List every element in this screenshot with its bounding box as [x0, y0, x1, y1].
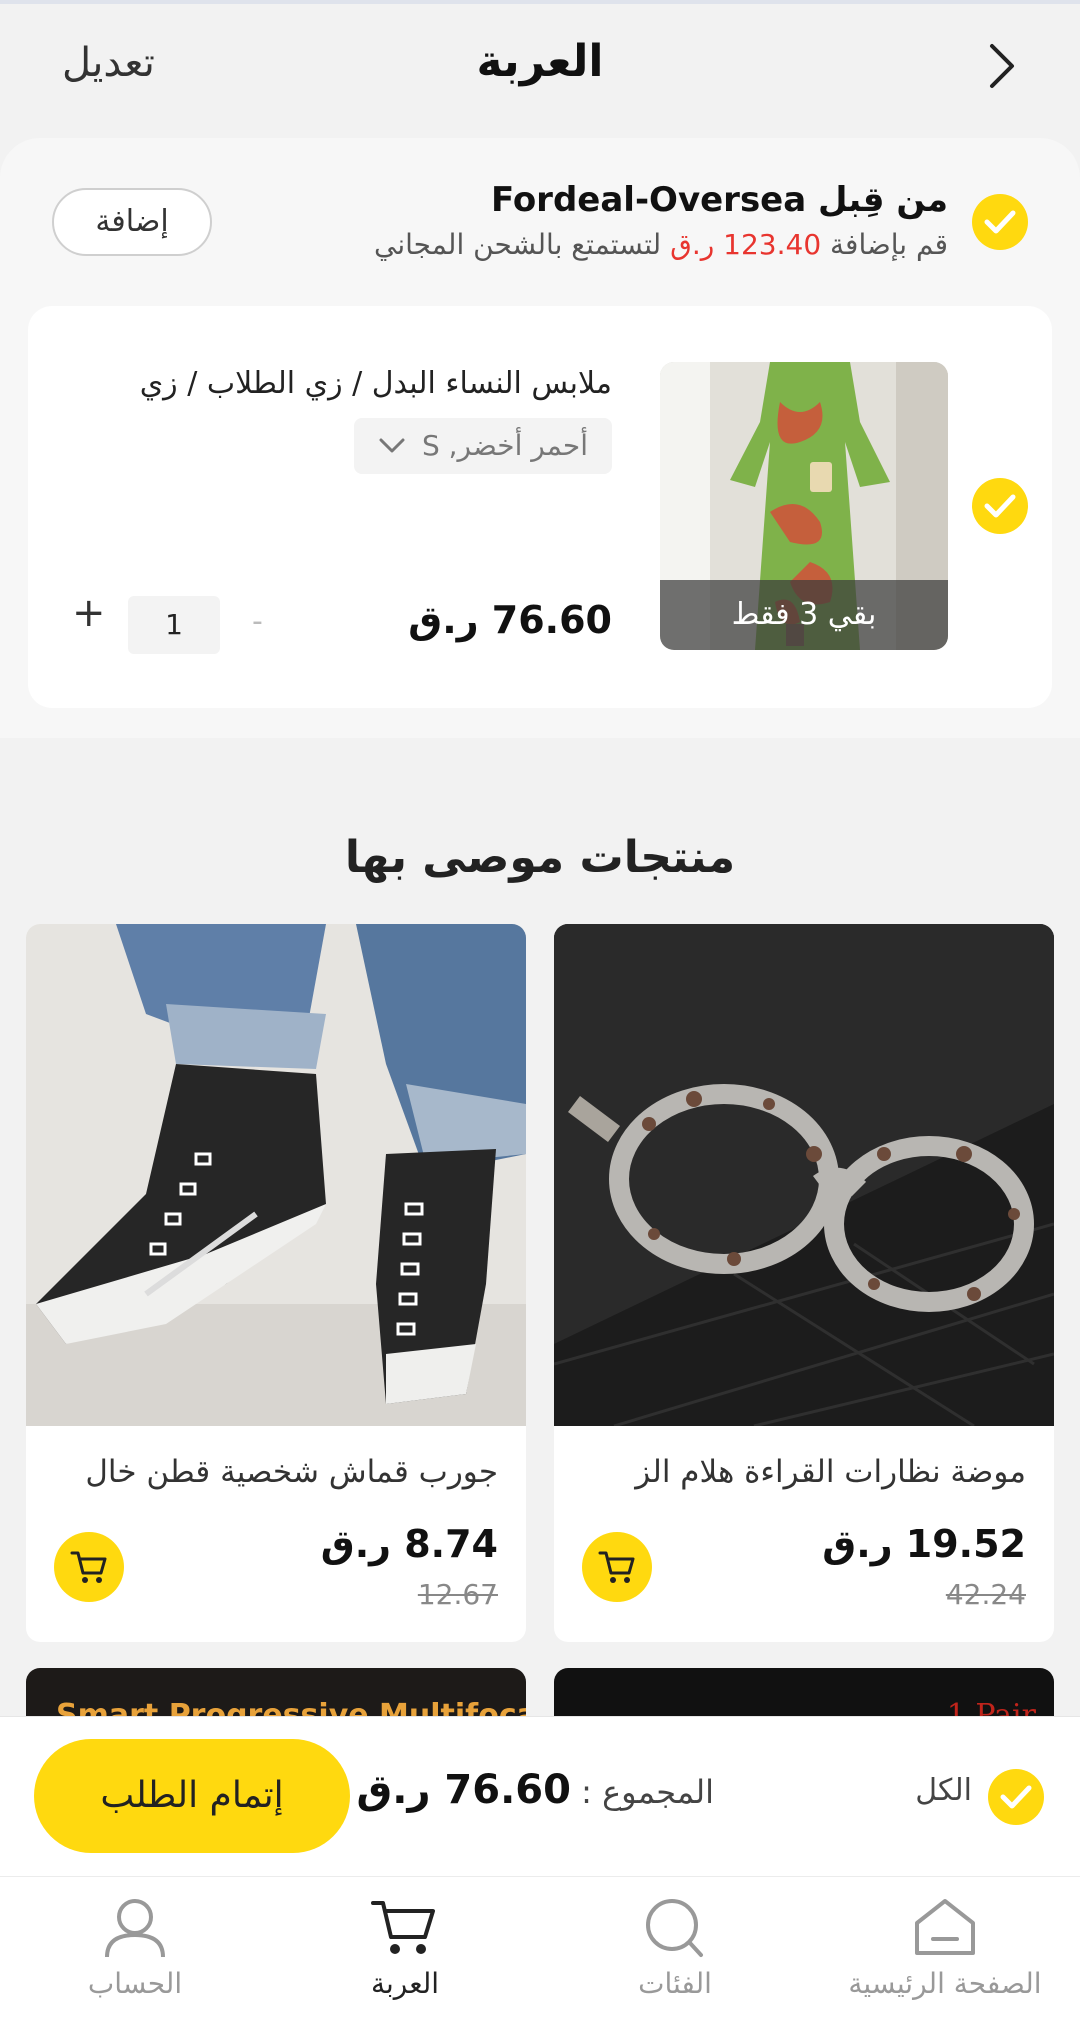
- store-name: من قِبل Fordeal-Oversea: [490, 180, 948, 220]
- product-card[interactable]: جورب قماش شخصية قطن خال 8.74 ر.ق 12.67: [26, 924, 526, 1642]
- product-name: موضة نظارات القراءة هلام الز: [635, 1454, 1026, 1490]
- select-all-label: الكل: [915, 1773, 972, 1808]
- home-icon: [915, 1899, 975, 1955]
- product-price: 8.74 ر.ق: [320, 1522, 498, 1566]
- shipping-suffix: لتستمتع بالشحن المجاني: [374, 228, 671, 261]
- cart-icon: [598, 1551, 635, 1583]
- add-more-button[interactable]: إضافة: [52, 188, 212, 256]
- nav-categories-label: الفئات: [638, 1967, 712, 2000]
- bottom-nav: الصفحة الرئيسية الفئات العربة الحساب: [0, 1876, 1080, 2026]
- header: تعديل العربة: [0, 4, 1080, 124]
- item-price: 76.60 ر.ق: [408, 598, 612, 642]
- product-card[interactable]: موضة نظارات القراءة هلام الز 19.52 ر.ق 4…: [554, 924, 1054, 1642]
- nav-account-label: الحساب: [87, 1967, 183, 2000]
- check-icon: [984, 210, 1016, 234]
- cart-icon: [371, 1901, 435, 1954]
- nav-home[interactable]: الصفحة الرئيسية: [810, 1895, 1080, 2000]
- store-select-checkbox[interactable]: [972, 194, 1028, 250]
- check-icon: [1000, 1785, 1032, 1809]
- checkout-bar: الكل المجموع : 76.60 ر.ق إتمام الطلب: [0, 1716, 1080, 1876]
- select-all-checkbox[interactable]: [988, 1769, 1044, 1825]
- search-icon: [646, 1899, 703, 1957]
- check-icon: [984, 494, 1016, 518]
- store-section: من قِبل Fordeal-Oversea قم بإضافة 123.40…: [0, 138, 1080, 738]
- item-select-checkbox[interactable]: [972, 478, 1028, 534]
- order-total: المجموع : 76.60 ر.ق: [357, 1767, 715, 1813]
- product-price: 19.52 ر.ق: [822, 1522, 1026, 1566]
- cart-icon: [70, 1551, 107, 1583]
- product-image[interactable]: [26, 924, 526, 1426]
- quantity-decrease-button[interactable]: -: [252, 604, 263, 639]
- nav-home-label: الصفحة الرئيسية: [848, 1967, 1042, 2000]
- nav-cart[interactable]: العربة: [270, 1895, 540, 2000]
- quantity-value[interactable]: 1: [128, 596, 220, 654]
- cart-item: بقي 3 فقط ملابس النساء البدل / زي الطلاب…: [28, 306, 1052, 708]
- product-image[interactable]: [554, 924, 1054, 1426]
- product-old-price: 42.24: [945, 1578, 1026, 1611]
- chevron-right-icon: [990, 44, 1014, 88]
- product-name[interactable]: ملابس النساء البدل / زي الطلاب / زي: [52, 366, 612, 401]
- variant-label: أحمر أخضر, S: [421, 429, 588, 462]
- place-order-button[interactable]: إتمام الطلب: [34, 1739, 350, 1853]
- nav-account[interactable]: الحساب: [0, 1895, 270, 2000]
- back-button[interactable]: [976, 40, 1028, 92]
- chevron-down-icon: [379, 438, 405, 453]
- user-icon: [105, 1899, 165, 1958]
- nav-categories[interactable]: الفئات: [540, 1895, 810, 2000]
- glasses-photo: [554, 924, 1054, 1426]
- socks-photo: [26, 924, 526, 1426]
- free-shipping-message: قم بإضافة 123.40 ر.ق لتستمتع بالشحن المج…: [374, 228, 948, 261]
- variant-selector[interactable]: أحمر أخضر, S: [353, 418, 612, 474]
- shipping-amount: 123.40 ر.ق: [670, 228, 822, 261]
- page-title: العربة: [476, 36, 604, 87]
- add-to-cart-button[interactable]: [582, 1532, 652, 1602]
- product-image[interactable]: بقي 3 فقط: [660, 362, 948, 650]
- nav-cart-label: العربة: [370, 1967, 440, 2000]
- product-old-price: 12.67: [417, 1578, 498, 1611]
- total-value: 76.60 ر.ق: [356, 1767, 571, 1813]
- add-to-cart-button[interactable]: [54, 1532, 124, 1602]
- total-label: المجموع :: [570, 1773, 714, 1811]
- shipping-prefix: قم بإضافة: [821, 228, 948, 261]
- stock-badge: بقي 3 فقط: [660, 580, 948, 650]
- quantity-increase-button[interactable]: +: [72, 590, 106, 636]
- recommended-title: منتجات موصى بها: [344, 832, 736, 883]
- product-name: جورب قماش شخصية قطن خال: [85, 1454, 498, 1490]
